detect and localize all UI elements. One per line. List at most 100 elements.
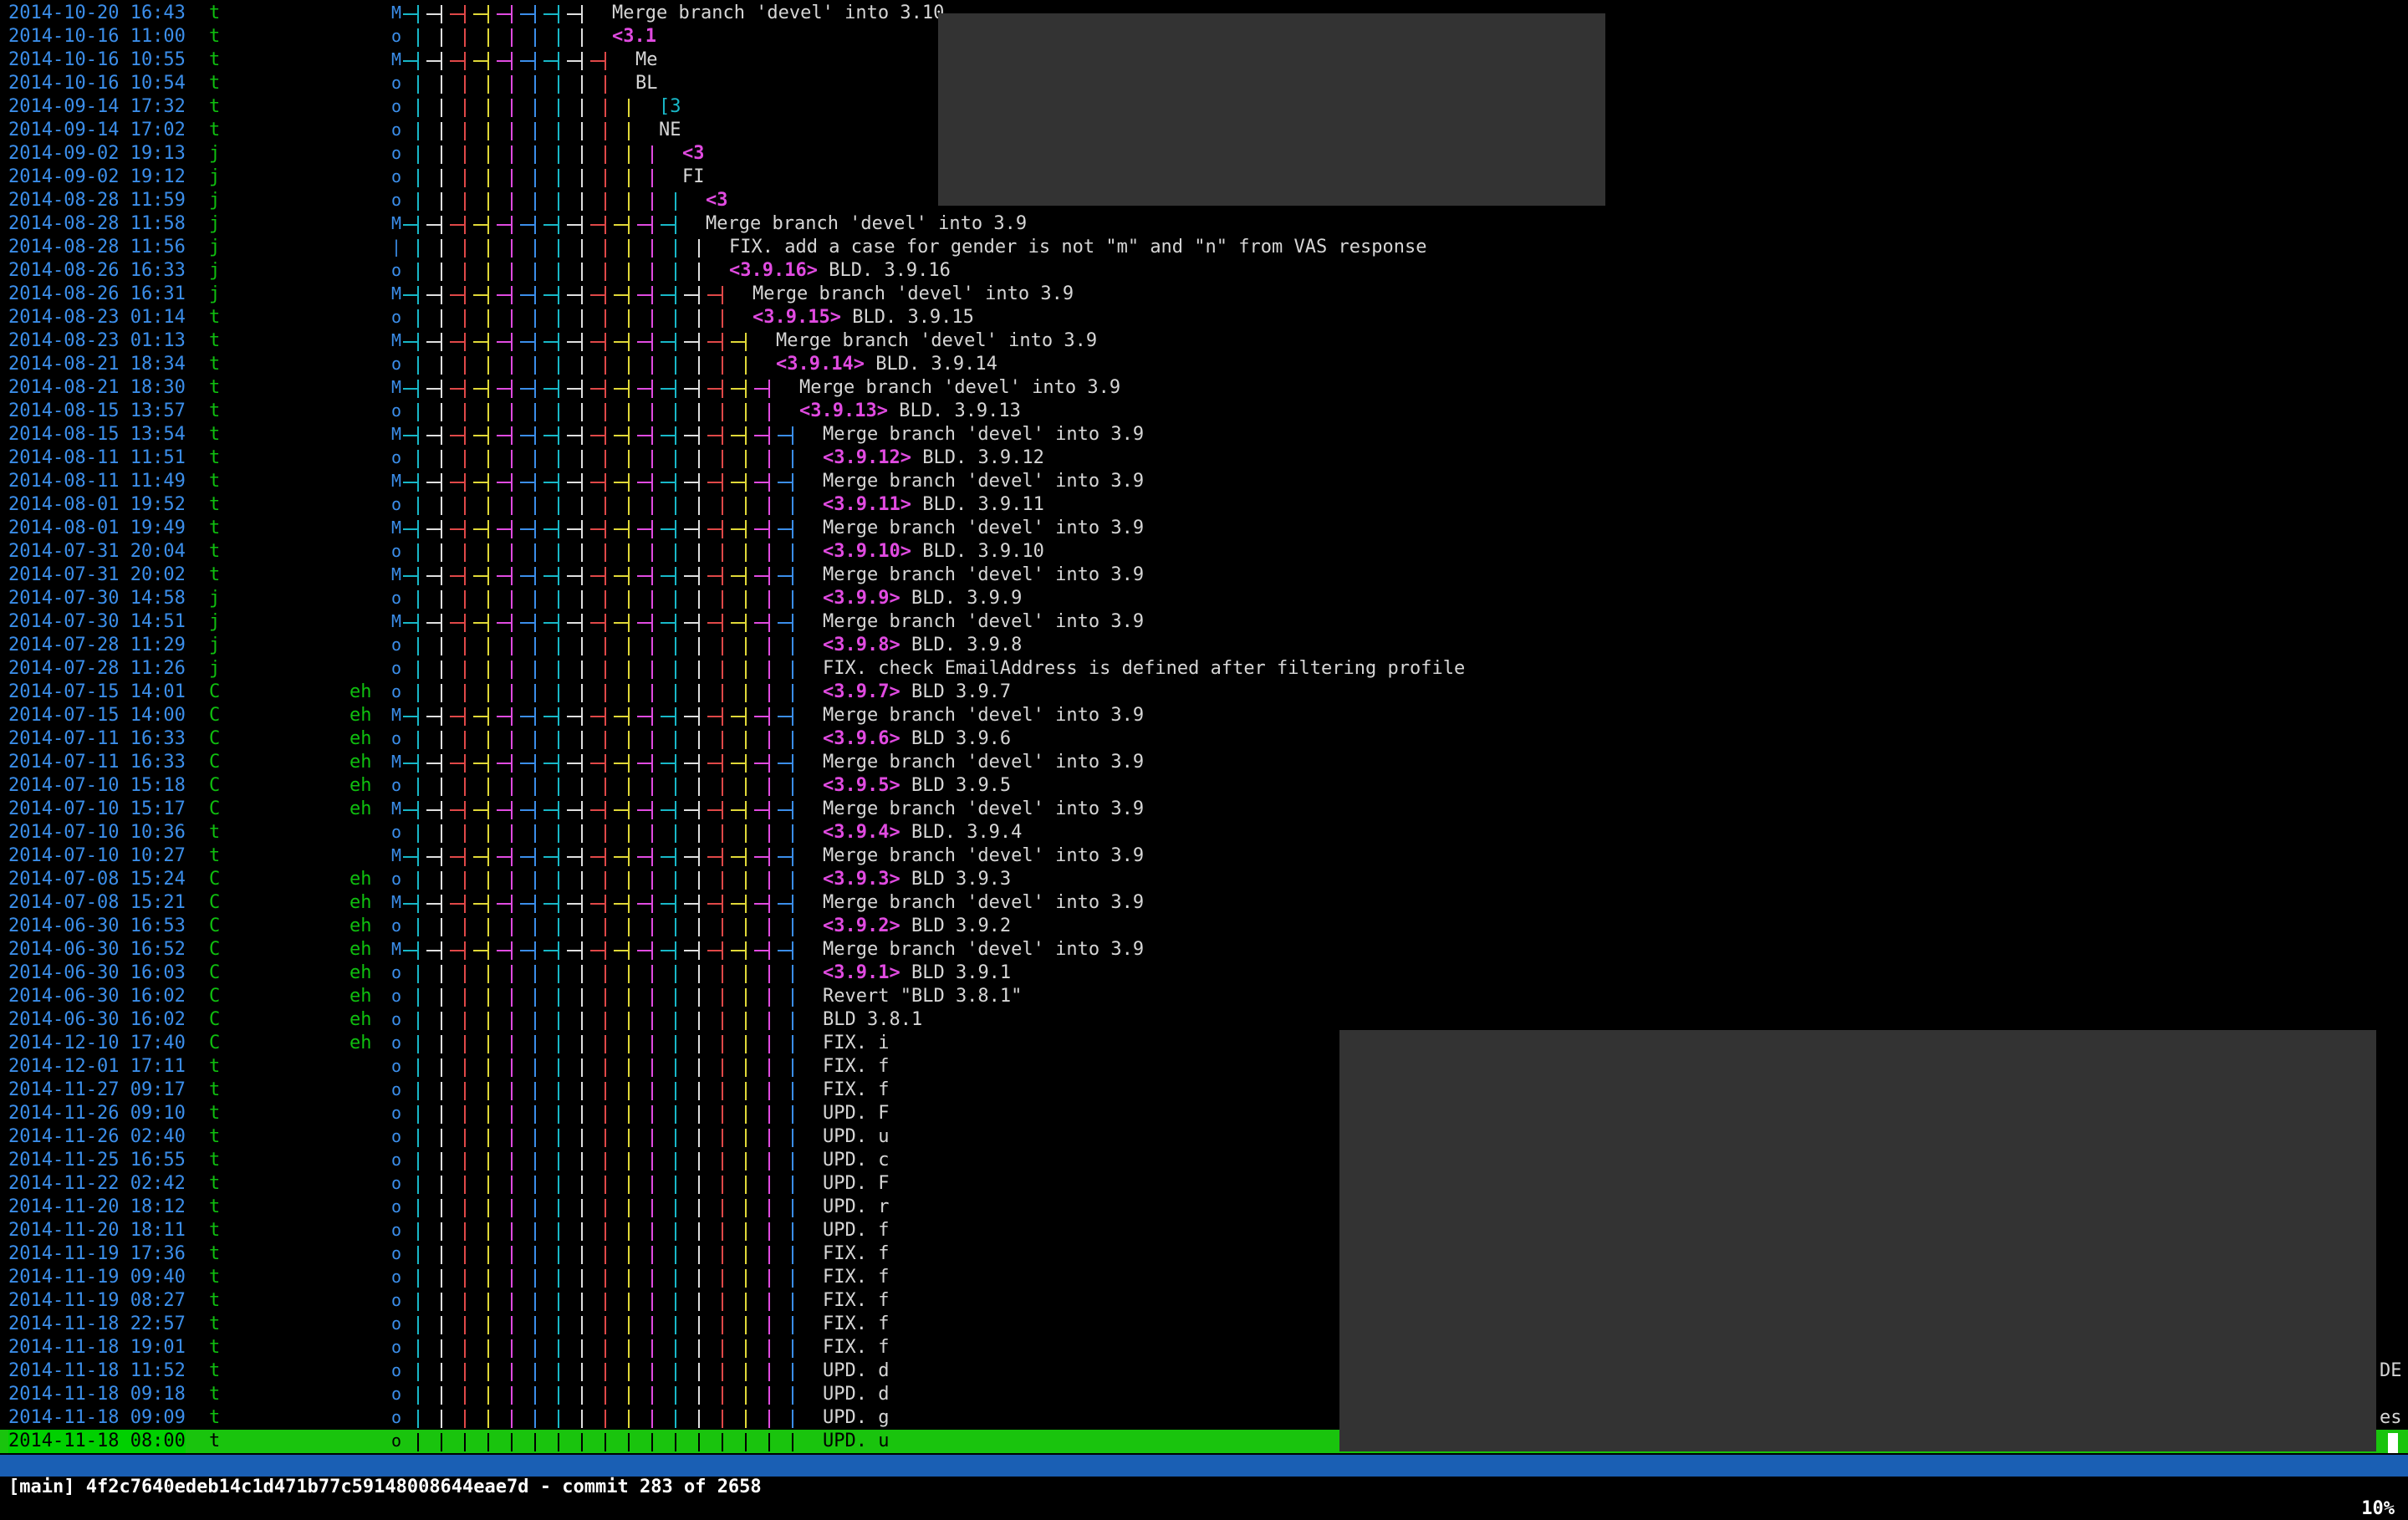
- commit-date: 2014-08-26 16:33: [8, 260, 186, 281]
- commit-date: 2014-10-16 10:55: [8, 49, 186, 70]
- commit-row[interactable]: 2014-07-08 15:21 Ceh M Merge branch 'devel'…: [0, 891, 2408, 915]
- commit-row[interactable]: 2014-08-26 16:31 j M Merge branch 'devel' i…: [0, 283, 2408, 306]
- commit-row[interactable]: 2014-07-08 15:24 Ceh o <3.9.3> BLD 3.9.3: [0, 868, 2408, 891]
- commit-node: o: [391, 1407, 401, 1427]
- commit-row[interactable]: 2014-08-15 13:54 t M Merge branch 'devel' i…: [0, 423, 2408, 446]
- commit-graph: M: [391, 705, 793, 726]
- commit-graph: o: [391, 190, 676, 211]
- commit-message: BLD 3.9.3: [911, 869, 1012, 890]
- commit-row[interactable]: 2014-07-11 16:33 Ceh o <3.9.6> BLD 3.9.6: [0, 727, 2408, 751]
- commit-author-tail: eh: [349, 681, 371, 702]
- commit-date: 2014-07-28 11:26: [8, 658, 186, 679]
- commit-author: j: [209, 190, 221, 211]
- commit-row[interactable]: 2014-08-11 11:49 t M Merge branch 'devel' i…: [0, 470, 2408, 493]
- commit-row[interactable]: 2014-08-23 01:13 t M Merge branch 'devel' i…: [0, 329, 2408, 353]
- commit-node: M: [391, 213, 401, 233]
- commit-date: 2014-08-11 11:51: [8, 447, 186, 468]
- commit-date: 2014-08-23 01:14: [8, 307, 186, 328]
- commit-author: t: [209, 1150, 221, 1171]
- commit-message-line: FIX. f: [823, 1336, 889, 1359]
- commit-graph: M: [391, 3, 583, 23]
- commit-graph: o: [391, 1033, 793, 1053]
- commit-author: t: [209, 1196, 221, 1217]
- commit-row[interactable]: 2014-07-11 16:33 Ceh M Merge branch 'devel'…: [0, 751, 2408, 774]
- commit-message-line: <3.9.16> BLD. 3.9.16: [729, 259, 951, 283]
- commit-row[interactable]: 2014-07-10 10:27 t M Merge branch 'devel' i…: [0, 844, 2408, 868]
- commit-message-line: FIX. f: [823, 1055, 889, 1079]
- commit-row[interactable]: 2014-07-30 14:58 j o <3.9.9> BLD. 3.9.9: [0, 587, 2408, 610]
- commit-date: 2014-08-28 11:59: [8, 190, 186, 211]
- commit-date: 2014-07-15 14:01: [8, 681, 186, 702]
- commit-message-line: UPD. d: [823, 1359, 889, 1383]
- commit-graph: o: [391, 681, 793, 702]
- commit-tag: <3.9.5>: [823, 775, 900, 796]
- commit-message-line: Merge branch 'devel' into 3.9: [823, 938, 1144, 961]
- commit-row[interactable]: 2014-07-31 20:02 t M Merge branch 'devel' i…: [0, 564, 2408, 587]
- commit-row[interactable]: 2014-06-30 16:02 Ceh o BLD 3.8.1: [0, 1008, 2408, 1032]
- commit-graph: M: [391, 518, 793, 538]
- commit-date: 2014-11-19 17:36: [8, 1243, 186, 1264]
- commit-row[interactable]: 2014-07-15 14:01 Ceh o <3.9.7> BLD 3.9.7: [0, 681, 2408, 704]
- commit-author: t: [209, 3, 221, 23]
- commit-node: o: [391, 1009, 401, 1029]
- commit-row[interactable]: 2014-08-21 18:34 t o <3.9.14> BLD. 3.9.14: [0, 353, 2408, 376]
- commit-row[interactable]: 2014-06-30 16:52 Ceh M Merge branch 'devel'…: [0, 938, 2408, 961]
- commit-message-line: <3.9.7> BLD 3.9.7: [823, 681, 1011, 704]
- status-bar: [main] 4f2c7640edeb14c1d471b77c591480086…: [0, 1455, 2408, 1519]
- commit-tag: <3.9.13>: [799, 400, 888, 421]
- commit-node: o: [391, 658, 401, 678]
- commit-row[interactable]: 2014-07-15 14:00 Ceh M Merge branch 'devel'…: [0, 704, 2408, 727]
- commit-graph: M: [391, 845, 793, 866]
- commit-date: 2014-07-10 10:36: [8, 822, 186, 843]
- commit-message-line: <3.9.15> BLD. 3.9.15: [752, 306, 974, 329]
- commit-date: 2014-11-18 09:09: [8, 1407, 186, 1428]
- commit-row[interactable]: 2014-07-28 11:26 j o FIX. check EmailAddres…: [0, 657, 2408, 681]
- commit-row[interactable]: 2014-06-30 16:02 Ceh o Revert "BLD 3.8.1": [0, 985, 2408, 1008]
- commit-date: 2014-11-19 08:27: [8, 1290, 186, 1311]
- commit-row[interactable]: 2014-07-10 15:18 Ceh o <3.9.5> BLD 3.9.5: [0, 774, 2408, 798]
- commit-author: t: [209, 96, 221, 117]
- commit-node: o: [391, 1313, 401, 1334]
- commit-message-line: FIX. f: [823, 1242, 889, 1266]
- commit-row[interactable]: 2014-08-28 11:58 j M Merge branch 'devel' i…: [0, 212, 2408, 236]
- commit-message: FIX. check EmailAddress is defined after…: [823, 658, 1466, 679]
- commit-row[interactable]: 2014-07-31 20:04 t o <3.9.10> BLD. 3.9.10: [0, 540, 2408, 564]
- commit-row[interactable]: 2014-07-10 10:36 t o <3.9.4> BLD. 3.9.4: [0, 821, 2408, 844]
- commit-row[interactable]: 2014-07-30 14:51 j M Merge branch 'devel' i…: [0, 610, 2408, 634]
- commit-graph: o: [391, 1056, 793, 1077]
- commit-tag: <3.9.4>: [823, 822, 900, 843]
- commit-tag: <3.9.10>: [823, 541, 911, 562]
- commit-message-line: <3.9.9> BLD. 3.9.9: [823, 587, 1022, 610]
- commit-row[interactable]: 2014-06-30 16:53 Ceh o <3.9.2> BLD 3.9.2: [0, 915, 2408, 938]
- commit-row[interactable]: 2014-08-01 19:49 t M Merge branch 'devel' i…: [0, 517, 2408, 540]
- commit-author: t: [209, 1220, 221, 1241]
- commit-row[interactable]: 2014-07-28 11:29 j o <3.9.8> BLD. 3.9.8: [0, 634, 2408, 657]
- commit-message-line: Merge branch 'devel' into 3.9: [823, 891, 1144, 915]
- commit-row[interactable]: 2014-08-28 11:56 j | FIX. add a case for ge…: [0, 236, 2408, 259]
- commit-row[interactable]: 2014-08-23 01:14 t o <3.9.15> BLD. 3.9.15: [0, 306, 2408, 329]
- commit-date: 2014-07-15 14:00: [8, 705, 186, 726]
- commit-author: t: [209, 1103, 221, 1124]
- commit-row[interactable]: 2014-08-21 18:30 t M Merge branch 'devel' i…: [0, 376, 2408, 400]
- commit-message: FIX. f: [823, 1056, 890, 1077]
- commit-date: 2014-08-01 19:49: [8, 518, 186, 538]
- commit-row[interactable]: 2014-06-30 16:03 Ceh o <3.9.1> BLD 3.9.1: [0, 961, 2408, 985]
- commit-tag: <3.9.7>: [823, 681, 900, 702]
- commit-row[interactable]: 2014-08-26 16:33 j o <3.9.16> BLD. 3.9.16: [0, 259, 2408, 283]
- commit-author: C: [209, 1009, 221, 1030]
- commit-message: BLD. 3.9.8: [911, 635, 1023, 655]
- commit-message-line: <3: [706, 189, 739, 212]
- commit-author-tail: eh: [349, 705, 371, 726]
- commit-row[interactable]: 2014-08-01 19:52 t o <3.9.11> BLD. 3.9.11: [0, 493, 2408, 517]
- commit-message: BLD. 3.9.16: [829, 260, 951, 281]
- commit-row[interactable]: 2014-07-10 15:17 Ceh M Merge branch 'devel'…: [0, 798, 2408, 821]
- commit-row[interactable]: 2014-08-15 13:57 t o <3.9.13> BLD. 3.9.13: [0, 400, 2408, 423]
- commit-row[interactable]: 2014-08-11 11:51 t o <3.9.12> BLD. 3.9.12: [0, 446, 2408, 470]
- commit-message: Merge branch 'devel' into 3.9: [706, 213, 1028, 234]
- commit-graph: M: [391, 49, 606, 70]
- commit-message: FIX. f: [823, 1243, 890, 1264]
- commit-author: t: [209, 541, 221, 562]
- commit-message-overflow: DE: [2380, 1360, 2402, 1381]
- commit-message: BLD. 3.9.14: [875, 354, 997, 375]
- commit-graph: o: [391, 260, 700, 281]
